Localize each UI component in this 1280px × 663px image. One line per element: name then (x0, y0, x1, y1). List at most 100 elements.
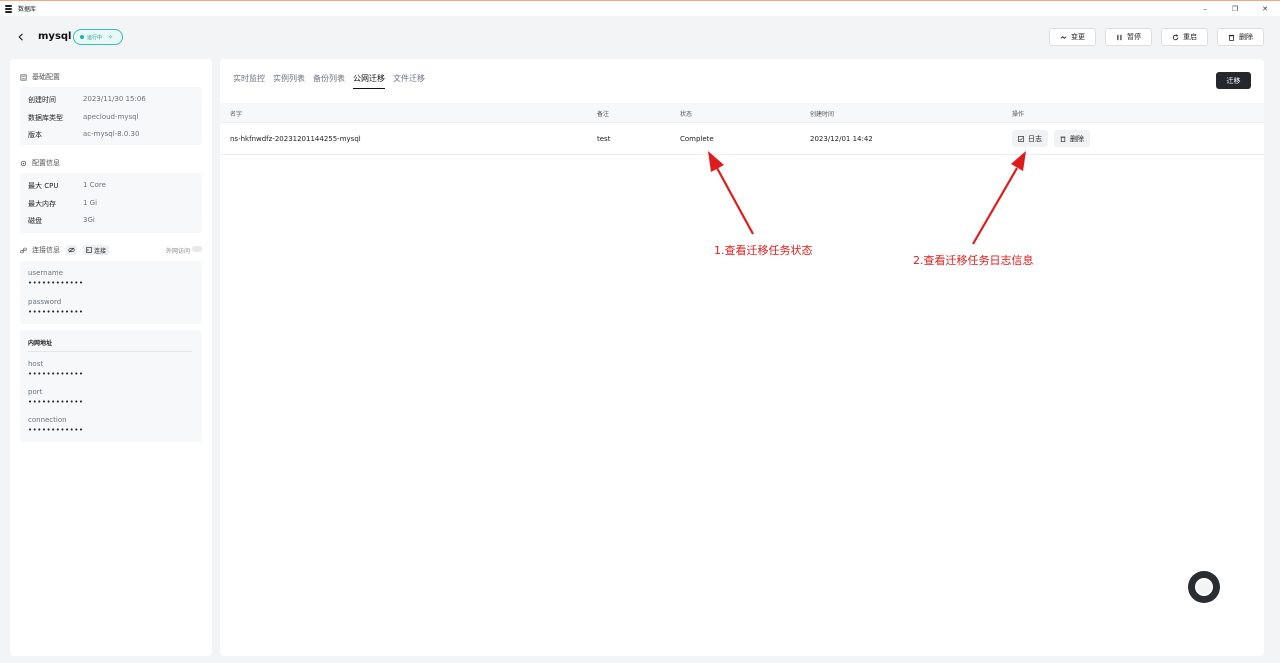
eye-off-icon (68, 247, 75, 253)
config-row-disk: 磁盘 3Gi (28, 216, 95, 226)
internal-address-box: 内网地址 host •••••••••••• port ••••••••••••… (20, 330, 202, 442)
window-controls: – ❐ ✕ (1190, 1, 1280, 16)
trash-icon (1060, 136, 1066, 142)
header-actions: 变更 暂停 重启 删除 (1049, 28, 1264, 46)
divider (28, 351, 192, 352)
change-button[interactable]: 变更 (1049, 28, 1096, 46)
database-name: mysql (38, 31, 72, 42)
table-row: ns-hkfnwdfz-20231201144255-mysql test Co… (220, 123, 1264, 155)
column-name: 名字 (230, 111, 243, 118)
db-type-key: 数据库类型 (28, 114, 63, 122)
status-text: 运行中 (87, 34, 103, 41)
cpu-key: 最大 CPU (28, 182, 59, 190)
switch-icon (1060, 35, 1067, 39)
credentials-box: username •••••••••••• password •••••••••… (20, 261, 202, 324)
basic-config-heading: 基础配置 (20, 72, 60, 82)
floating-assistant-button[interactable] (1188, 571, 1220, 603)
column-actions: 操作 (1012, 111, 1025, 118)
basic-row-created: 创建时间 2023/11/30 15:06 (28, 95, 146, 105)
restart-button[interactable]: 重启 (1161, 28, 1208, 46)
status-badge: 运行中 ✧ (73, 29, 123, 45)
delete-migration-label: 删除 (1070, 134, 1084, 143)
migration-remark: test (597, 135, 611, 143)
trash-icon (1228, 34, 1235, 41)
log-icon (1018, 135, 1024, 142)
view-log-button[interactable]: 日志 (1012, 130, 1048, 147)
gear-icon (20, 160, 27, 166)
minimize-button[interactable]: – (1190, 1, 1220, 16)
internal-address-title: 内网地址 (28, 340, 53, 347)
connection-info-heading: 连接信息 连接 外网访问 (20, 244, 202, 256)
link-icon (20, 247, 27, 253)
basic-config-box: 创建时间 2023/11/30 15:06 数据库类型 apecloud-mysql… (20, 87, 202, 145)
tab-monitor[interactable]: 实时监控 (233, 73, 265, 89)
close-button[interactable]: ✕ (1250, 1, 1280, 16)
connect-label: 连接 (94, 247, 107, 255)
host-key: host (28, 360, 44, 368)
migrate-button[interactable]: 迁移 (1216, 72, 1251, 89)
delete-label: 删除 (1239, 33, 1253, 41)
password-value: •••••••••••• (28, 308, 84, 316)
config-row-cpu: 最大 CPU 1 Core (28, 181, 106, 191)
pause-label: 暂停 (1127, 33, 1141, 41)
database-app-icon (5, 4, 12, 13)
connection-value: •••••••••••• (28, 426, 84, 434)
annotation-status: 1.查看迁移任务状态 (714, 244, 813, 257)
details-sidebar: 基础配置 创建时间 2023/11/30 15:06 数据库类型 apecloud-… (10, 59, 212, 656)
db-type-value: apecloud-mysql (83, 113, 139, 121)
memory-value: 1 Gi (83, 199, 98, 207)
tab-public-migration[interactable]: 公网迁移 (353, 73, 385, 89)
migration-created: 2023/12/01 14:42 (810, 135, 873, 143)
restore-button[interactable]: ❐ (1220, 1, 1250, 16)
column-remark: 备注 (597, 111, 610, 118)
restart-icon (1172, 33, 1179, 40)
view-log-label: 日志 (1028, 134, 1042, 143)
tab-file-migration[interactable]: 文件迁移 (393, 73, 425, 89)
config-row-memory: 最大内存 1 Gi (28, 199, 97, 209)
version-key: 版本 (28, 131, 42, 139)
title-bar: 数据库 – ❐ ✕ (0, 1, 1280, 16)
delete-button[interactable]: 删除 (1217, 28, 1264, 46)
disk-key: 磁盘 (28, 217, 42, 225)
toggle-visibility-button[interactable] (66, 245, 77, 255)
username-value: •••••••••••• (28, 279, 84, 287)
config-info-title: 配置信息 (32, 159, 60, 167)
connection-info-title: 连接信息 (32, 246, 60, 254)
main-panel: 实时监控 实例列表 备份列表 公网迁移 文件迁移 迁移 名字 备注 状态 创建时… (220, 59, 1264, 656)
host-value: •••••••••••• (28, 370, 84, 378)
back-arrow-icon[interactable] (17, 33, 25, 41)
config-info-heading: 配置信息 (20, 158, 60, 168)
basic-config-title: 基础配置 (32, 73, 60, 81)
external-access-toggle[interactable] (192, 246, 202, 252)
version-value: ac-mysql-8.0.30 (83, 130, 140, 138)
migration-name: ns-hkfnwdfz-20231201144255-mysql (230, 135, 361, 143)
basic-row-version: 版本 ac-mysql-8.0.30 (28, 130, 139, 140)
pause-icon (1117, 34, 1122, 40)
external-access-label: 外网访问 (165, 248, 190, 255)
pause-button[interactable]: 暂停 (1105, 28, 1152, 46)
assistant-icon (1195, 578, 1213, 596)
username-key: username (28, 269, 63, 277)
status-dot-icon (80, 35, 84, 39)
migration-status: Complete (680, 135, 714, 143)
config-info-box: 最大 CPU 1 Core 最大内存 1 Gi 磁盘 3Gi (20, 173, 202, 233)
memory-key: 最大内存 (28, 200, 56, 208)
basic-row-db-type: 数据库类型 apecloud-mysql (28, 113, 139, 123)
change-label: 变更 (1071, 33, 1085, 41)
document-icon (20, 73, 27, 81)
created-value: 2023/11/30 15:06 (83, 95, 146, 103)
created-key: 创建时间 (28, 96, 56, 104)
port-value: •••••••••••• (28, 398, 84, 406)
restart-label: 重启 (1183, 33, 1197, 41)
cpu-value: 1 Core (83, 181, 106, 189)
terminal-icon (86, 247, 92, 253)
table-header: 名字 备注 状态 创建时间 操作 (220, 103, 1264, 123)
password-key: password (28, 298, 62, 306)
delete-migration-button[interactable]: 删除 (1054, 130, 1090, 147)
connect-button[interactable]: 连接 (83, 245, 110, 255)
tab-backups[interactable]: 备份列表 (313, 73, 345, 89)
tab-bar: 实时监控 实例列表 备份列表 公网迁移 文件迁移 (233, 73, 425, 89)
tab-instances[interactable]: 实例列表 (273, 73, 305, 89)
annotation-log: 2.查看迁移任务日志信息 (913, 254, 1034, 267)
column-status: 状态 (680, 111, 693, 118)
